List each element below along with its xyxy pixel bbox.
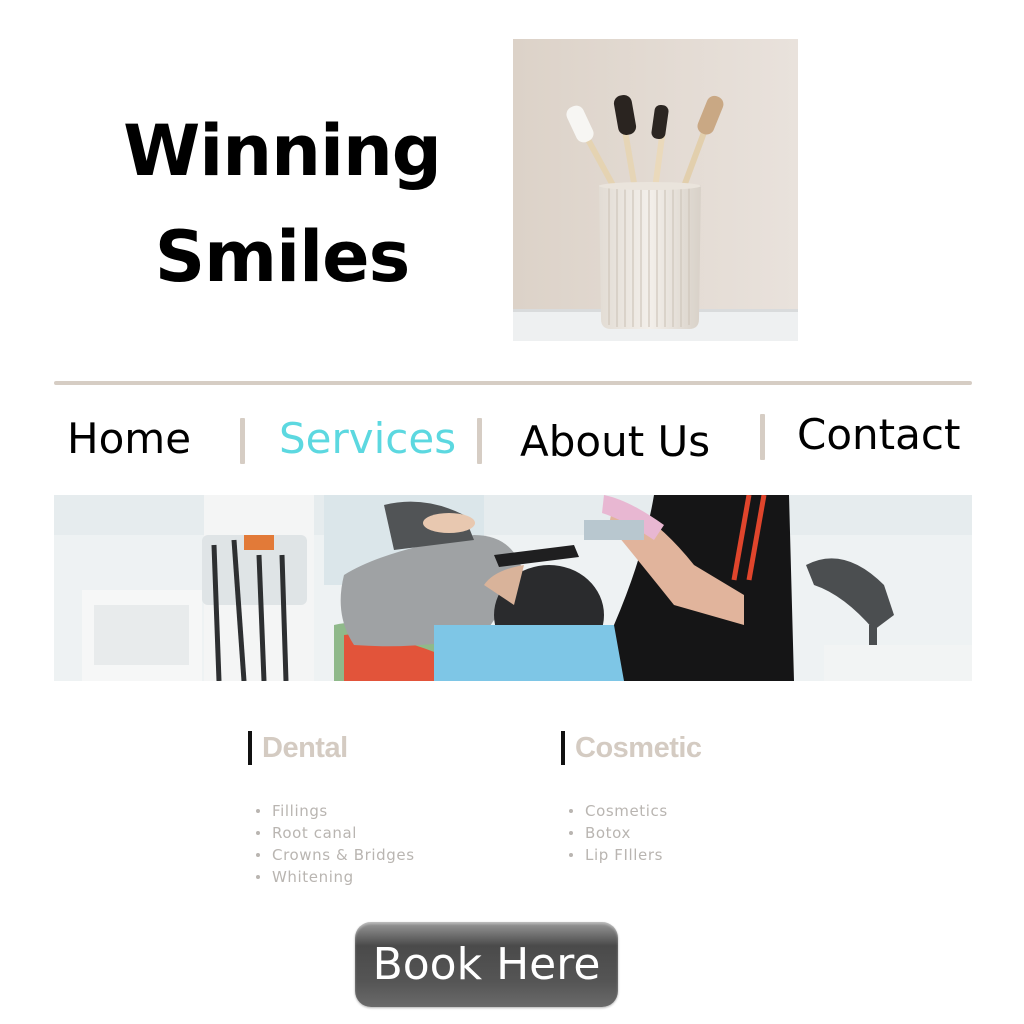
site-title-line-1: Winning xyxy=(123,110,442,192)
list-item: Crowns & Bridges xyxy=(256,844,415,866)
header-divider xyxy=(54,381,972,385)
list-item: Whitening xyxy=(256,866,415,888)
nav-about-us[interactable]: About Us xyxy=(520,417,710,467)
nav-separator xyxy=(760,414,765,460)
dental-services: Dental Fillings Root canal Crowns & Brid… xyxy=(248,730,415,888)
book-here-button[interactable]: Book Here xyxy=(355,922,618,1007)
toothbrush-cup-image xyxy=(513,39,798,341)
heading-bar xyxy=(248,731,252,765)
cosmetic-heading: Cosmetic xyxy=(561,730,702,766)
dental-list: Fillings Root canal Crowns & Bridges Whi… xyxy=(248,800,415,888)
nav-contact[interactable]: Contact xyxy=(797,410,960,460)
list-item: Root canal xyxy=(256,822,415,844)
nav-separator xyxy=(477,418,482,464)
site-title: Winning Smiles xyxy=(92,98,472,310)
page: Winning Smiles Home Services About Us Co… xyxy=(0,0,1024,1024)
list-item: Cosmetics xyxy=(569,800,702,822)
cosmetic-list: Cosmetics Botox Lip FIllers xyxy=(561,800,702,866)
list-item: Lip FIllers xyxy=(569,844,702,866)
list-item: Botox xyxy=(569,822,702,844)
cosmetic-services: Cosmetic Cosmetics Botox Lip FIllers xyxy=(561,730,702,866)
nav-services[interactable]: Services xyxy=(279,414,456,464)
nav-separator xyxy=(240,418,245,464)
dental-checkup-image xyxy=(54,495,972,681)
list-item: Fillings xyxy=(256,800,415,822)
dental-heading: Dental xyxy=(248,730,415,766)
heading-bar xyxy=(561,731,565,765)
site-title-line-2: Smiles xyxy=(154,216,410,298)
dental-title: Dental xyxy=(262,731,348,764)
cosmetic-title: Cosmetic xyxy=(575,731,702,764)
nav-home[interactable]: Home xyxy=(67,414,191,464)
